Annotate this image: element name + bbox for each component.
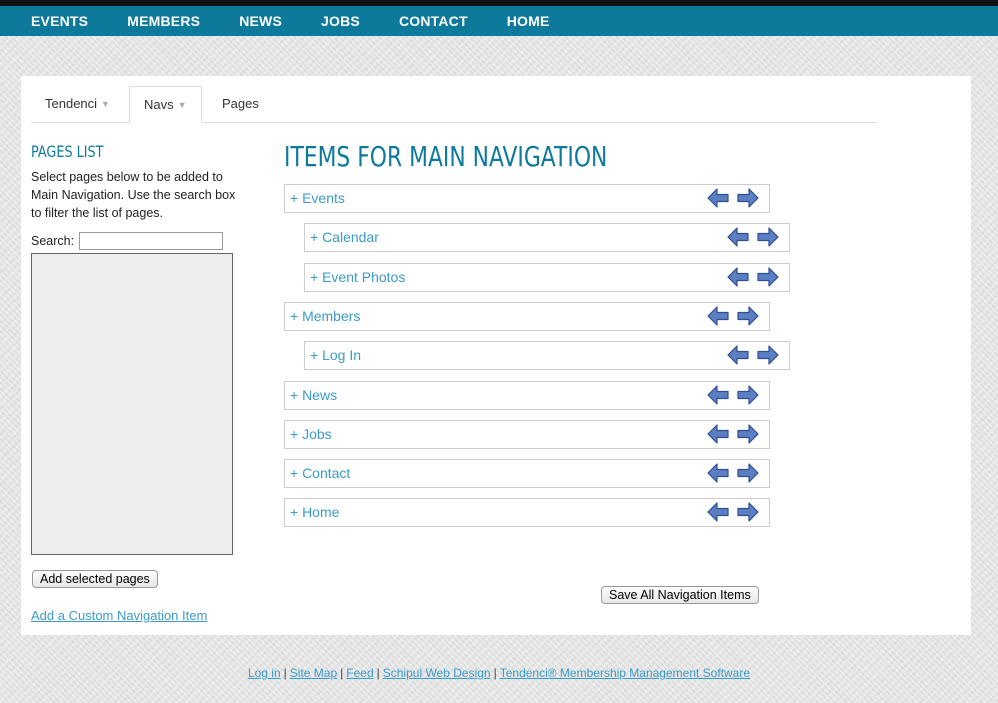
footer-tendenci-link[interactable]: Tendenci® Membership Management Software xyxy=(500,666,750,680)
nav-item-label[interactable]: + Jobs xyxy=(290,426,332,442)
caret-down-icon: ▼ xyxy=(177,100,187,111)
nav-item-label[interactable]: + Members xyxy=(290,308,360,324)
nav-item[interactable]: + Events xyxy=(284,184,770,213)
arrow-right-icon[interactable] xyxy=(736,462,760,484)
nav-item-arrows xyxy=(726,344,780,366)
footer-feed-link[interactable]: Feed xyxy=(346,666,373,680)
footer-separator: | xyxy=(340,666,344,680)
arrow-left-icon[interactable] xyxy=(706,305,730,327)
arrow-left-icon[interactable] xyxy=(706,462,730,484)
search-input[interactable] xyxy=(79,232,223,250)
nav-item[interactable]: + Contact xyxy=(284,459,770,488)
nav-item-arrows xyxy=(706,423,760,445)
content-panel: Tendenci ▼ Navs ▼ Pages PAGES LIST Select … xyxy=(21,76,971,635)
pages-list-description: Select pages below to be added to Main N… xyxy=(31,170,236,220)
tab-pages[interactable]: Pages xyxy=(208,86,273,121)
arrow-left-icon[interactable] xyxy=(726,266,750,288)
search-label: Search: xyxy=(31,234,75,248)
nav-item[interactable]: + News xyxy=(284,381,770,410)
nav-item-label[interactable]: + Events xyxy=(290,190,345,206)
footer-separator: | xyxy=(493,666,497,680)
footer-sitemap-link[interactable]: Site Map xyxy=(290,666,337,680)
arrow-right-icon[interactable] xyxy=(736,384,760,406)
topnav-events[interactable]: EVENTS xyxy=(31,13,88,29)
nav-item-arrows xyxy=(706,501,760,523)
arrow-left-icon[interactable] xyxy=(726,226,750,248)
topnav-jobs[interactable]: JOBS xyxy=(321,13,360,29)
footer-schipul-link[interactable]: Schipul Web Design xyxy=(383,666,491,680)
add-selected-pages-button[interactable]: Add selected pages xyxy=(32,570,158,588)
footer-separator: | xyxy=(376,666,380,680)
nav-item[interactable]: + Calendar xyxy=(304,223,790,252)
tab-navs[interactable]: Navs ▼ xyxy=(129,86,202,123)
footer-login-link[interactable]: Log in xyxy=(248,666,281,680)
nav-item[interactable]: + Log In xyxy=(304,341,790,370)
top-navigation-bar: EVENTS MEMBERS NEWS JOBS CONTACT HOME xyxy=(0,0,998,36)
nav-item-arrows xyxy=(726,226,780,248)
footer: Log in | Site Map | Feed | Schipul Web Design |… xyxy=(0,666,998,680)
nav-item-label[interactable]: + Calendar xyxy=(310,229,379,245)
nav-item-arrows xyxy=(706,187,760,209)
arrow-right-icon[interactable] xyxy=(736,423,760,445)
nav-item-label[interactable]: + Event Photos xyxy=(310,269,405,285)
nav-item-arrows xyxy=(706,462,760,484)
top-nav: EVENTS MEMBERS NEWS JOBS CONTACT HOME xyxy=(0,6,998,36)
tab-label: Tendenci xyxy=(45,96,98,111)
arrow-left-icon[interactable] xyxy=(706,501,730,523)
tab-label: Pages xyxy=(222,96,259,111)
arrow-left-icon[interactable] xyxy=(706,423,730,445)
save-navigation-button[interactable]: Save All Navigation Items xyxy=(601,586,759,604)
nav-item[interactable]: + Home xyxy=(284,498,770,527)
main-navigation-title: ITEMS FOR MAIN NAVIGATION xyxy=(284,140,608,173)
caret-down-icon: ▼ xyxy=(101,99,110,110)
nav-item-label[interactable]: + Log In xyxy=(310,347,361,363)
nav-item-label[interactable]: + Contact xyxy=(290,465,350,481)
add-custom-nav-item-link[interactable]: Add a Custom Navigation Item xyxy=(31,608,207,623)
arrow-right-icon[interactable] xyxy=(756,266,780,288)
topnav-news[interactable]: NEWS xyxy=(239,13,282,29)
nav-item-label[interactable]: + News xyxy=(290,387,337,403)
nav-item-arrows xyxy=(706,305,760,327)
arrow-right-icon[interactable] xyxy=(736,305,760,327)
topnav-home[interactable]: HOME xyxy=(507,13,550,29)
pages-list-title: PAGES LIST xyxy=(31,142,104,161)
footer-separator: | xyxy=(283,666,287,680)
nav-item-label[interactable]: + Home xyxy=(290,504,339,520)
arrow-left-icon[interactable] xyxy=(726,344,750,366)
nav-item-arrows xyxy=(726,266,780,288)
nav-item[interactable]: + Event Photos xyxy=(304,263,790,292)
arrow-right-icon[interactable] xyxy=(756,226,780,248)
admin-tabs: Tendenci ▼ Navs ▼ Pages xyxy=(31,86,877,123)
nav-item[interactable]: + Jobs xyxy=(284,420,770,449)
arrow-right-icon[interactable] xyxy=(736,187,760,209)
topnav-members[interactable]: MEMBERS xyxy=(127,13,200,29)
nav-item-arrows xyxy=(706,384,760,406)
nav-item[interactable]: + Members xyxy=(284,302,770,331)
arrow-left-icon[interactable] xyxy=(706,384,730,406)
arrow-left-icon[interactable] xyxy=(706,187,730,209)
topnav-contact[interactable]: CONTACT xyxy=(399,13,468,29)
arrow-right-icon[interactable] xyxy=(756,344,780,366)
tab-label: Navs xyxy=(144,97,174,112)
arrow-right-icon[interactable] xyxy=(736,501,760,523)
tab-tendenci[interactable]: Tendenci ▼ xyxy=(31,86,124,121)
pages-select-list[interactable] xyxy=(31,253,233,555)
